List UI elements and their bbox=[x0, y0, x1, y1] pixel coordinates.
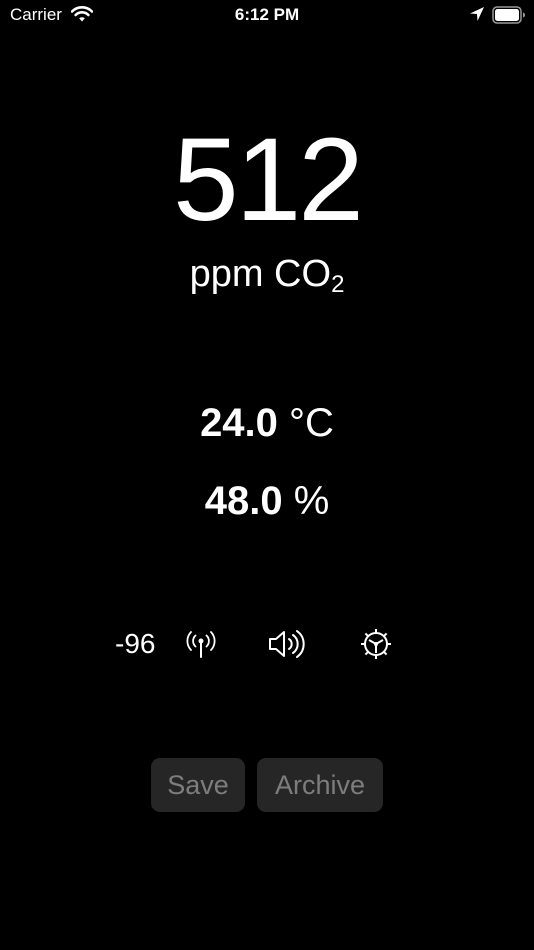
status-time: 6:12 PM bbox=[234, 5, 300, 24]
humidity-value: 48.0 bbox=[204, 479, 283, 523]
speaker-icon[interactable] bbox=[267, 626, 307, 662]
status-bar: Carrier 6:12 PM bbox=[0, 0, 534, 32]
co2-unit-subscript: 2 bbox=[331, 271, 345, 298]
humidity-reading: 48.0 % bbox=[0, 478, 534, 524]
gear-icon[interactable] bbox=[358, 626, 394, 662]
temperature-value: 24.0 bbox=[200, 401, 278, 445]
co2-unit-text: ppm CO bbox=[189, 253, 332, 295]
antenna-icon[interactable] bbox=[183, 626, 219, 662]
humidity-unit: % bbox=[293, 479, 330, 523]
temperature-reading: 24.0 °C bbox=[0, 400, 534, 446]
rssi-value: -96 bbox=[115, 628, 156, 659]
co2-unit-label: ppm CO2 bbox=[0, 252, 534, 307]
battery-icon bbox=[492, 6, 525, 24]
save-button[interactable]: Save bbox=[151, 758, 245, 812]
co2-value: 512 bbox=[173, 114, 364, 246]
temperature-unit: °C bbox=[289, 401, 334, 445]
archive-button[interactable]: Archive bbox=[257, 758, 383, 812]
location-icon bbox=[470, 7, 484, 21]
